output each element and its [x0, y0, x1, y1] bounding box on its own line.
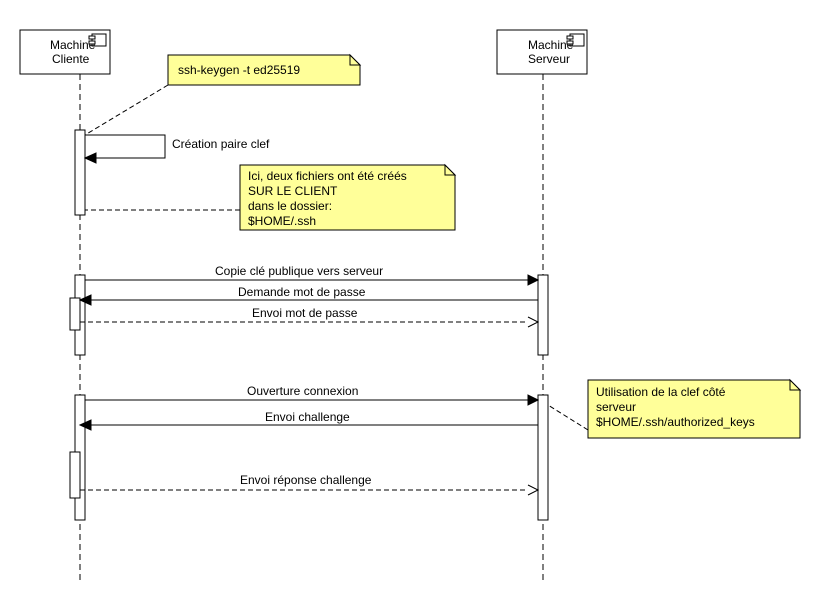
activation-client-3b — [70, 452, 80, 498]
message-open-connection: Ouverture connexion — [85, 384, 538, 405]
note-files-line4: $HOME/.ssh — [248, 214, 316, 228]
message-send-challenge-label: Envoi challenge — [265, 410, 350, 424]
message-send-password: Envoi mot de passe — [80, 306, 538, 327]
message-copy-pubkey-label: Copie clé publique vers serveur — [215, 264, 383, 278]
participant-client: Machine Cliente — [20, 30, 110, 74]
message-open-connection-label: Ouverture connexion — [247, 384, 358, 398]
message-ask-password: Demande mot de passe — [80, 285, 538, 305]
message-ask-password-label: Demande mot de passe — [238, 285, 366, 299]
note-files-line1: Ici, deux fichiers ont été créés — [248, 169, 407, 183]
participant-client-label1: Machine — [50, 38, 96, 52]
note-files: Ici, deux fichiers ont été créés SUR LE … — [240, 165, 455, 230]
note-authkeys-link — [548, 405, 588, 430]
note-files-line2: SUR LE CLIENT — [248, 184, 338, 198]
note-keygen-text: ssh-keygen -t ed25519 — [178, 63, 300, 77]
note-authkeys-line2: serveur — [596, 400, 636, 414]
note-authkeys-line1: Utilisation de la clef côté — [596, 385, 726, 399]
message-send-password-label: Envoi mot de passe — [252, 306, 358, 320]
message-create-keypair: Création paire clef — [85, 135, 270, 163]
participant-client-label2: Cliente — [52, 52, 90, 66]
message-send-response-label: Envoi réponse challenge — [240, 473, 372, 487]
activation-server-1 — [538, 275, 548, 355]
participant-server-label2: Serveur — [528, 52, 570, 66]
activation-server-2 — [538, 395, 548, 520]
message-send-challenge: Envoi challenge — [80, 410, 538, 430]
message-copy-pubkey: Copie clé publique vers serveur — [85, 264, 538, 285]
note-files-line3: dans le dossier: — [248, 199, 332, 213]
sequence-diagram: Machine Cliente Machine Serveur ssh-keyg… — [0, 0, 840, 590]
note-keygen-link — [85, 85, 168, 135]
note-authkeys: Utilisation de la clef côté serveur $HOM… — [588, 380, 800, 438]
note-keygen: ssh-keygen -t ed25519 — [168, 55, 360, 85]
activation-client-1 — [75, 130, 85, 215]
activation-client-2b — [70, 298, 80, 330]
participant-server-label1: Machine — [528, 38, 574, 52]
message-send-response: Envoi réponse challenge — [80, 473, 538, 495]
message-create-keypair-label: Création paire clef — [172, 137, 270, 151]
note-authkeys-line3: $HOME/.ssh/authorized_keys — [596, 415, 755, 429]
participant-server: Machine Serveur — [497, 30, 587, 74]
